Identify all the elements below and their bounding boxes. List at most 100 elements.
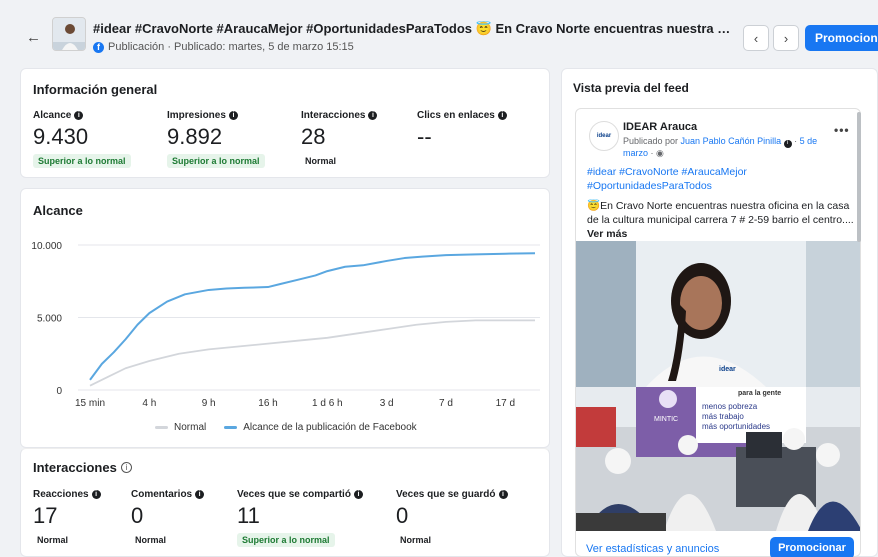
info-icon[interactable]: i [195,490,205,499]
metric-label-comments: Comentarios i [131,489,205,500]
shirt-logo-text: idear [719,366,736,373]
x-tick-label: 3 d [380,398,394,409]
y-tick-label: 5.000 [37,314,62,325]
x-tick-label: 1 d 6 h [312,398,343,409]
metric-label-comments-text: Comentarios [131,489,193,500]
y-tick-label: 10.000 [31,241,62,252]
info-circle-icon[interactable]: i [120,462,132,473]
post-hashtags[interactable]: #idear #CravoNorte #AraucaMejor #Oportun… [587,165,855,193]
post-publish-info: Publicación · Publicado: martes, 5 de ma… [108,41,354,53]
post-text-body: 😇En Cravo Norte encuentras nuestra ofici… [587,200,854,226]
info-icon[interactable]: i [91,490,101,499]
chart-legend: Normal Alcance de la publicación de Face… [155,422,417,433]
metric-label-interactions-text: Interacciones [301,110,366,121]
metric-label-saves: Veces que se guardó i [396,489,508,500]
metric-label-reactions: Reacciones i [33,489,101,500]
info-icon[interactable]: i [498,490,508,499]
x-tick-label: 16 h [258,398,277,409]
metric-label-impressions-text: Impresiones [167,110,226,121]
legend-item-post-reach[interactable]: Alcance de la publicación de Facebook [224,422,417,433]
metric-value-saves: 0 [396,503,409,528]
interactions-title: Interacciones [33,460,117,475]
metric-value-reach: 9.430 [33,124,89,149]
info-icon[interactable]: i [228,111,238,120]
x-tick-label: 15 min [75,398,105,409]
x-tick-label: 9 h [202,398,216,409]
facebook-icon: f [93,41,104,53]
legend-swatch-normal [155,426,168,429]
metric-value-shares: 11 [237,503,260,528]
metric-label-reach-text: Alcance [33,110,72,121]
metric-value-comments: 0 [131,503,144,528]
post-thumbnail [52,17,86,51]
metric-value-interactions: 28 [301,124,326,149]
metric-value-link-clicks: -- [417,124,432,149]
more-options-icon[interactable]: ••• [834,123,850,137]
metric-label-saves-text: Veces que se guardó [396,489,496,500]
general-info-title: Información general [33,82,158,97]
metric-label-impressions: Impresiones i [167,110,238,121]
next-post-button[interactable]: › [773,25,799,51]
banner-top-text: para la gente [738,390,781,397]
series-line-post-reach [89,252,536,381]
post-photo-office: MINTIC para la gente menos pobreza más t… [576,387,860,531]
promote-button-preview[interactable]: Promocionar [770,537,854,557]
x-tick-label: 7 d [439,398,453,409]
interactions-header: Interacciones i [33,460,132,475]
banner-line1: menos pobreza [702,402,758,411]
status-badge: Normal [305,156,337,166]
status-badge: Superior a lo normal [167,154,265,168]
general-info-card: Información general Alcance i 9.430 Super… [20,68,550,178]
promote-button-header[interactable]: Promocionar [805,25,878,51]
legend-item-normal[interactable]: Normal [155,422,206,433]
info-icon[interactable]: i [74,111,84,120]
status-badge: Normal [37,535,69,545]
legend-label-post-reach: Alcance de la publicación de Facebook [243,422,417,433]
post-meta: Publicado por Juan Pablo Cañón Pinilla i… [623,136,818,158]
x-tick-label: 17 d [496,398,515,409]
banner-line2: más trabajo [702,412,744,421]
see-more-link[interactable]: Ver más [587,228,627,240]
globe-icon: ◉ [656,147,664,158]
facebook-post-preview: idear IDEAR Arauca Publicado por Juan Pa… [575,108,861,557]
interactions-card: Interacciones i Reacciones i 17 Normal Co… [20,448,550,557]
post-text: 😇En Cravo Norte encuentras nuestra ofici… [587,199,855,241]
preview-scrollbar[interactable] [857,112,861,242]
status-badge: Superior a lo normal [237,533,335,547]
metric-label-reactions-text: Reacciones [33,489,89,500]
published-by-prefix: Publicado por [623,136,681,146]
page-avatar[interactable]: idear [589,121,619,151]
metric-label-shares: Veces que se compartió i [237,489,363,500]
metric-label-interactions: Interacciones i [301,110,378,121]
y-tick-label: 0 [56,386,62,397]
page-name[interactable]: IDEAR Arauca [623,121,697,133]
metric-value-reactions: 17 [33,503,58,528]
info-icon[interactable]: i [783,139,792,148]
info-icon[interactable]: i [497,111,507,120]
legend-swatch-post-reach [224,426,238,429]
metric-value-impressions: 9.892 [167,124,223,149]
back-arrow-icon[interactable]: ← [26,29,41,46]
reach-line-chart: 10.000 5.000 0 15 min 4 h 9 h 16 h 1 d 6 h 3 d 7 … [31,241,540,409]
status-badge: Normal [400,535,432,545]
banner-line3: más oportunidades [702,422,770,431]
status-badge: Superior a lo normal [33,154,131,168]
post-title: #idear #CravoNorte #AraucaMejor #Oportun… [93,21,733,36]
info-icon[interactable]: i [368,111,378,120]
legend-label-normal: Normal [174,422,207,433]
metric-label-link-clicks: Clics en enlaces i [417,110,507,121]
metric-label-link-clicks-text: Clics en enlaces [417,110,495,121]
post-photo-portrait: idear [576,241,860,387]
metric-label-reach: Alcance i [33,110,84,121]
x-tick-label: 4 h [142,398,156,409]
series-line-normal [89,319,535,387]
previous-post-button[interactable]: ‹ [743,25,769,51]
feed-preview-title: Vista previa del feed [573,81,689,95]
info-icon[interactable]: i [353,490,363,499]
author-link[interactable]: Juan Pablo Cañón Pinilla [681,136,782,146]
banner-mintic-text: MINTIC [654,416,678,423]
post-subtitle: f Publicación · Publicado: martes, 5 de … [93,41,354,53]
view-stats-link[interactable]: Ver estadísticas y anuncios [586,543,719,555]
status-badge: Normal [135,535,167,545]
post-header: ← #idear #CravoNorte #AraucaMejor #Oport… [0,0,878,62]
